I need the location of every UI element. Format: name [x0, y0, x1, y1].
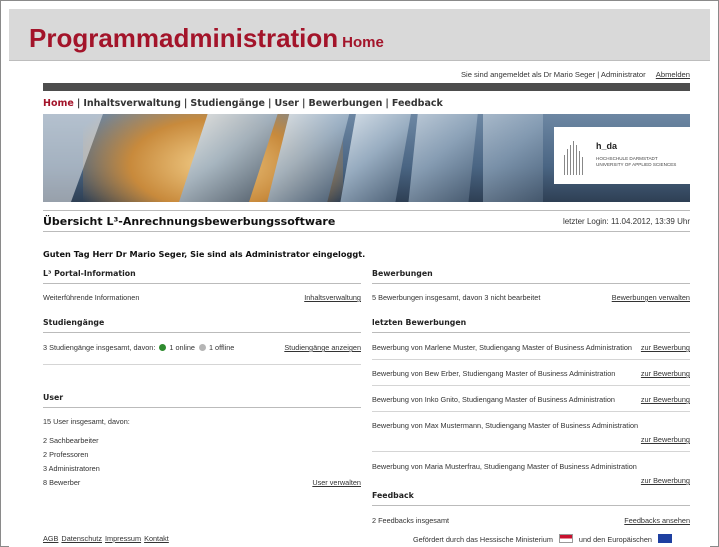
user-role-item: 2 Sachbearbeiter: [43, 436, 99, 445]
banner-window: [338, 114, 413, 202]
user-role-item: 3 Administratoren: [43, 464, 100, 473]
page-frame: Programmadministration Home Sie sind ange…: [0, 0, 719, 547]
header-banner-image: h_da HOCHSCHULE DARMSTADT UNIVERSITY OF …: [43, 114, 690, 202]
footer-link-kontakt[interactable]: Kontakt: [144, 534, 169, 543]
nav-separator: |: [301, 98, 306, 109]
studies-text: 3 Studiengänge insgesamt, davon:: [43, 343, 156, 352]
section-title-portal: L³ Portal-Information: [43, 269, 361, 284]
app-header: Programmadministration Home: [9, 9, 710, 61]
studies-row: 3 Studiengänge insgesamt, davon: 1 online…: [43, 343, 361, 352]
section-title-users: User: [43, 393, 361, 408]
app-subtitle: Home: [342, 34, 384, 51]
open-application-link[interactable]: zur Bewerbung: [641, 435, 690, 444]
manage-users-link[interactable]: User verwalten: [312, 478, 361, 487]
application-item: Bewerbung von Bew Erber, Studiengang Mas…: [372, 369, 690, 378]
hesse-flag-icon: [558, 534, 573, 543]
nav-separator: |: [385, 98, 389, 109]
online-count: 1 online: [169, 343, 195, 352]
application-item: Bewerbung von Marlene Muster, Studiengan…: [372, 343, 690, 352]
application-text: Bewerbung von Maria Musterfrau, Studieng…: [372, 462, 637, 471]
hda-logo: h_da HOCHSCHULE DARMSTADT UNIVERSITY OF …: [554, 127, 690, 184]
sponsor-text-2: und den Europäischen: [578, 535, 652, 544]
portal-text: Weiterführende Informationen: [43, 293, 140, 302]
greeting-text: Guten Tag Herr Dr Mario Seger, Sie sind …: [43, 249, 366, 259]
user-status-bar: Sie sind angemeldet als Dr Mario Seger |…: [43, 70, 690, 79]
hda-logo-line1: HOCHSCHULE DARMSTADT: [596, 156, 658, 161]
user-role-item-last: 8 Bewerber User verwalten: [43, 478, 361, 487]
divider: [372, 411, 690, 412]
last-login-text: letzter Login: 11.04.2012, 13:39 Uhr: [562, 217, 690, 226]
application-item: Bewerbung von Maria Musterfrau, Studieng…: [372, 462, 690, 471]
section-title-latest-applications: letzten Bewerbungen: [372, 318, 690, 333]
applications-row: 5 Bewerbungen insgesamt, davon 3 nicht b…: [372, 293, 690, 302]
open-application-link[interactable]: zur Bewerbung: [641, 343, 690, 352]
banner-window: [407, 114, 479, 202]
nav-item-bewerbungen[interactable]: Bewerbungen: [308, 98, 382, 109]
divider: [372, 359, 690, 360]
overview-header: Übersicht L³-Anrechnungsbewerbungssoftwa…: [43, 210, 690, 232]
nav-separator: |: [76, 98, 81, 109]
footer-link-impressum[interactable]: Impressum: [105, 534, 141, 543]
application-text: Bewerbung von Marlene Muster, Studiengan…: [372, 343, 632, 352]
section-title-feedback: Feedback: [372, 491, 690, 506]
portal-row: Weiterführende Informationen Inhaltsverw…: [43, 293, 361, 302]
app-title: Programmadministration Home: [29, 23, 384, 54]
section-title-studies: Studiengänge: [43, 318, 361, 333]
page-footer: AGB Datenschutz Impressum Kontakt Gefördert…: [43, 534, 690, 544]
open-application-link[interactable]: zur Bewerbung: [641, 369, 690, 378]
section-title-applications: Bewerbungen: [372, 269, 690, 284]
nav-separator: |: [268, 98, 272, 109]
feedback-text: 2 Feedbacks insgesamt: [372, 516, 450, 525]
users-summary: 15 User insgesamt, davon:: [43, 417, 130, 426]
footer-link-agb[interactable]: AGB: [43, 534, 58, 543]
divider: [43, 364, 361, 365]
nav-separator: |: [183, 98, 188, 109]
manage-applications-link[interactable]: Bewerbungen verwalten: [612, 293, 690, 302]
footer-links: AGB Datenschutz Impressum Kontakt: [43, 534, 172, 543]
main-nav: Home | Inhaltsverwaltung | Studiengänge | User…: [43, 98, 443, 109]
nav-item-user[interactable]: User: [274, 98, 299, 109]
header-divider-bar: [43, 83, 690, 91]
open-application-link[interactable]: zur Bewerbung: [641, 395, 690, 404]
nav-item-feedback[interactable]: Feedback: [392, 98, 443, 109]
sponsor-text: Gefördert durch das Hessische Ministeriu…: [413, 535, 553, 544]
nav-item-home[interactable]: Home: [43, 98, 74, 109]
online-status-icon: [159, 344, 167, 351]
open-application-link[interactable]: zur Bewerbung: [641, 476, 690, 485]
feedback-row: 2 Feedbacks insgesamt Feedbacks ansehen: [372, 516, 690, 525]
hda-logo-name: h_da: [596, 141, 618, 151]
show-studies-link[interactable]: Studiengänge anzeigen: [284, 343, 361, 352]
banner-window: [483, 114, 543, 202]
footer-link-datenschutz[interactable]: Datenschutz: [61, 534, 102, 543]
user-role-item: 2 Professoren: [43, 450, 89, 459]
divider: [372, 385, 690, 386]
logout-link[interactable]: Abmelden: [656, 70, 690, 79]
application-text: Bewerbung von Bew Erber, Studiengang Mas…: [372, 369, 616, 378]
application-text: Bewerbung von Max Mustermann, Studiengan…: [372, 421, 639, 430]
eu-flag-icon: [657, 534, 672, 543]
user-role-bewerber: 8 Bewerber: [43, 478, 81, 487]
nav-item-studiengaenge[interactable]: Studiengänge: [190, 98, 265, 109]
offline-status-icon: [198, 344, 206, 351]
main-content: Sie sind angemeldet als Dr Mario Seger |…: [9, 63, 710, 547]
inhaltsverwaltung-link[interactable]: Inhaltsverwaltung: [304, 293, 361, 302]
view-feedback-link[interactable]: Feedbacks ansehen: [624, 516, 690, 525]
page-title: Übersicht L³-Anrechnungsbewerbungssoftwa…: [43, 215, 336, 228]
hda-logo-mark: [564, 141, 588, 175]
sponsor-note: Gefördert durch das Hessische Ministeriu…: [413, 534, 678, 544]
application-item: Bewerbung von Inko Gnito, Studiengang Ma…: [372, 395, 690, 404]
offline-count: 1 offline: [208, 343, 235, 352]
app-title-text: Programmadministration: [29, 23, 339, 53]
application-item: Bewerbung von Max Mustermann, Studiengan…: [372, 421, 690, 430]
nav-item-inhaltsverwaltung[interactable]: Inhaltsverwaltung: [83, 98, 181, 109]
divider: [372, 451, 690, 452]
hda-logo-line2: UNIVERSITY OF APPLIED SCIENCES: [596, 162, 677, 167]
applications-text: 5 Bewerbungen insgesamt, davon 3 nicht b…: [372, 293, 541, 302]
login-status-text: Sie sind angemeldet als Dr Mario Seger |…: [460, 70, 646, 79]
application-text: Bewerbung von Inko Gnito, Studiengang Ma…: [372, 395, 615, 404]
